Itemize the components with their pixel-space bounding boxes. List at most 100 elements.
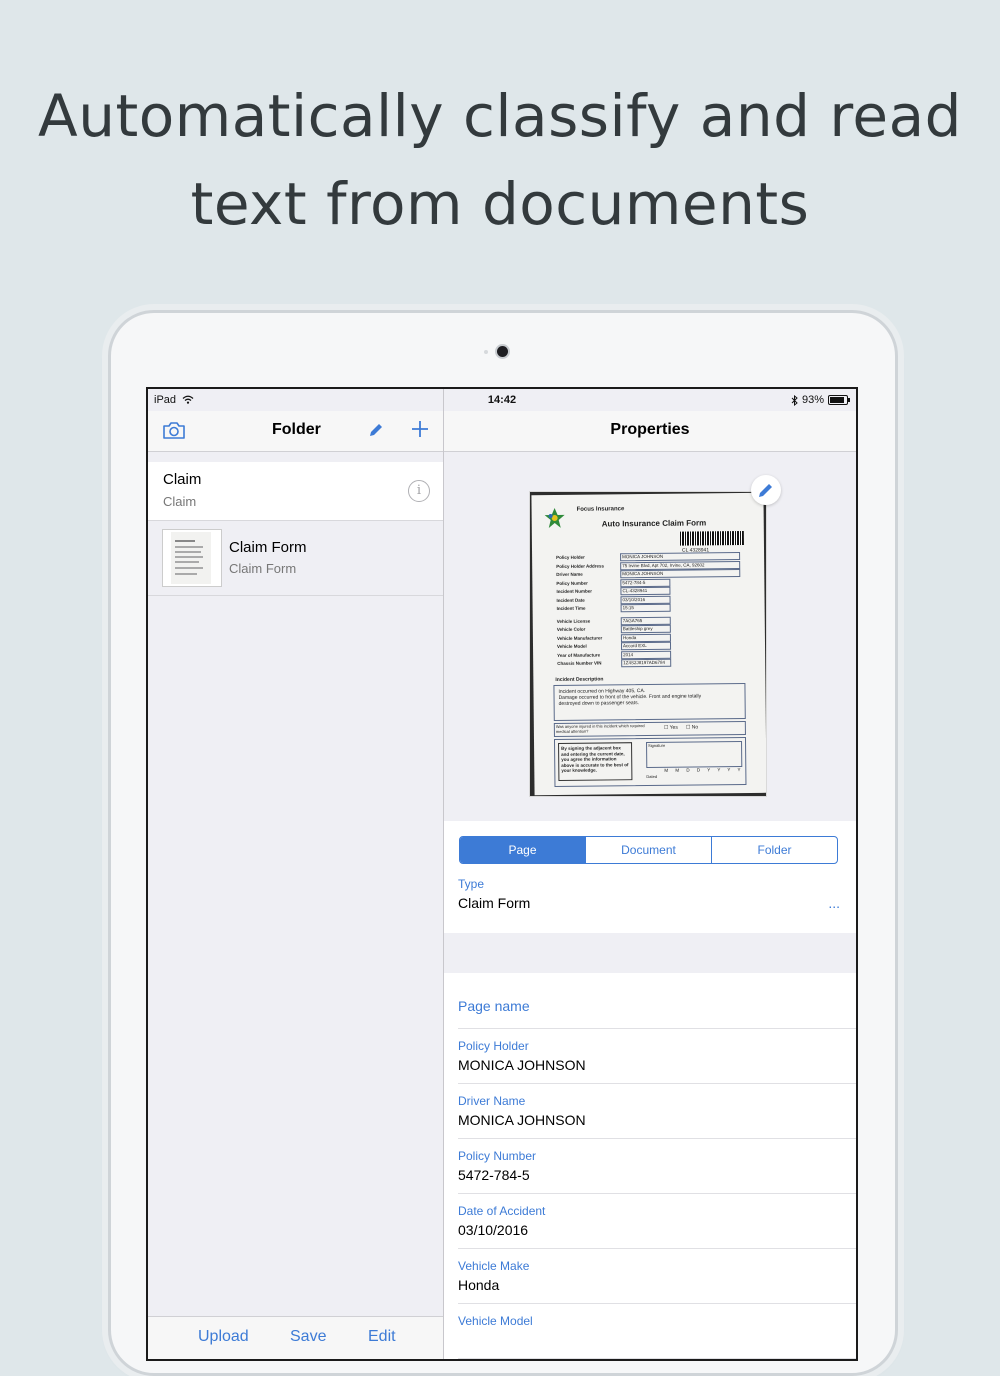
- field-date-of-accident[interactable]: Date of Accident 03/10/2016: [458, 1194, 856, 1249]
- info-icon[interactable]: i: [408, 480, 430, 502]
- ipad-screen: iPad 14:42 93% Folder Claim Claim i Clai…: [146, 387, 858, 1361]
- field-label: Policy Holder: [458, 1039, 529, 1053]
- field-value: 5472-784-5: [458, 1167, 530, 1183]
- field-policy-number[interactable]: Policy Number 5472-784-5: [458, 1139, 856, 1194]
- properties-title: Properties: [610, 421, 690, 438]
- form-row-value: 03/10/2016: [622, 596, 646, 602]
- properties-nav-bar: Properties: [444, 411, 856, 452]
- no-checkbox: ☐ No: [685, 724, 699, 731]
- form-row-label: Policy Holder: [556, 554, 585, 560]
- form-row-label: Vehicle Manufacturer: [556, 634, 603, 641]
- barcode: [679, 531, 744, 546]
- page-name-label: Page name: [458, 998, 530, 1014]
- camera-icon[interactable]: [162, 419, 186, 446]
- segment-document[interactable]: Document: [585, 837, 711, 863]
- edit-button[interactable]: Edit: [368, 1328, 396, 1346]
- status-right: 93%: [791, 394, 850, 406]
- headline-line-2: text from documents: [190, 170, 810, 238]
- folder-pane: Folder Claim Claim i Claim Form Claim Fo…: [148, 389, 444, 1359]
- battery-percent: 93%: [801, 394, 824, 406]
- list-item-title: Claim: [163, 471, 202, 488]
- form-row-value: 2014: [623, 651, 634, 657]
- properties-pane: Properties Focus Insurance Auto Insuranc…: [444, 389, 856, 1359]
- form-title: Auto Insurance Claim Form: [601, 518, 707, 529]
- pencil-icon: [759, 484, 772, 497]
- field-value: MONICA JOHNSON: [458, 1057, 586, 1073]
- signature-label: Signature: [648, 742, 666, 749]
- company-logo: [544, 507, 565, 529]
- edit-image-button[interactable]: [751, 475, 781, 505]
- front-camera: [497, 346, 508, 357]
- form-row-label: Incident Time: [556, 605, 586, 611]
- document-image[interactable]: Focus Insurance Auto Insurance Claim For…: [530, 492, 766, 796]
- form-row-value: MONICA JOHNSON: [622, 570, 664, 577]
- form-row-label: Driver Name: [556, 571, 583, 577]
- field-label: Vehicle Make: [458, 1259, 530, 1273]
- field-label: Vehicle Model: [458, 1314, 533, 1328]
- pencil-icon[interactable]: [367, 421, 385, 444]
- form-row-label: Year of Manufacture: [557, 652, 601, 658]
- field-value: Honda: [458, 1277, 500, 1293]
- incident-text-3: destroyed down to passenger seats.: [558, 700, 639, 707]
- type-value[interactable]: Claim Form: [458, 895, 530, 911]
- field-vehicle-make[interactable]: Vehicle Make Honda: [458, 1249, 856, 1304]
- document-thumbnail: [162, 529, 222, 587]
- segment-page[interactable]: Page: [460, 837, 585, 863]
- headline-line-1: Automatically classify and read: [38, 82, 962, 150]
- sensor-dot: [484, 350, 488, 354]
- date-format: M M D D Y Y Y Y: [664, 767, 744, 773]
- field-label: Date of Accident: [458, 1204, 546, 1218]
- list-item-subtitle: Claim: [163, 494, 197, 509]
- form-row-value: 1Z4S2J8197AD6784: [623, 659, 666, 666]
- form-row-value: 15:15: [622, 605, 634, 611]
- company-name: Focus Insurance: [576, 506, 625, 513]
- segmented-control: Page Document Folder: [459, 836, 838, 864]
- properties-panel: Page Document Folder Type Claim Form ...: [444, 821, 856, 933]
- incident-label: Incident Description: [555, 676, 604, 683]
- form-row-label: Incident Date: [556, 597, 585, 603]
- list-item-claim-form[interactable]: Claim Form Claim Form: [148, 521, 443, 596]
- form-row-label: Vehicle Color: [556, 626, 586, 632]
- form-row-value: Battleship grey: [622, 625, 653, 632]
- field-value: MONICA JOHNSON: [458, 1112, 586, 1128]
- headline: Automatically classify and read text fro…: [0, 72, 1000, 248]
- field-driver-name[interactable]: Driver Name MONICA JOHNSON: [458, 1084, 856, 1139]
- form-row-value: Accord EXL: [622, 643, 647, 649]
- list-item-subtitle: Claim Form: [229, 561, 297, 576]
- type-label: Type: [458, 877, 485, 891]
- segment-folder[interactable]: Folder: [711, 837, 837, 863]
- upload-button[interactable]: Upload: [198, 1328, 249, 1346]
- form-row-value: 7AGA765: [622, 617, 643, 623]
- form-row-value: MONICA JOHNSON: [622, 553, 664, 560]
- form-row-value: 75 Irvine Blvd, Apt 702, Irvine, CA, 926…: [622, 561, 705, 568]
- yes-checkbox: ☐ Yes: [663, 724, 678, 731]
- claim-form-sheet: Focus Insurance Auto Insurance Claim For…: [531, 492, 766, 796]
- form-row-label: Chassis Number VIN: [557, 660, 602, 666]
- status-time: 14:42: [487, 394, 517, 406]
- ipad-device: iPad 14:42 93% Folder Claim Claim i Clai…: [108, 310, 898, 1376]
- form-row-value: Honda: [622, 634, 637, 640]
- status-bar: iPad 14:42 93%: [148, 389, 856, 411]
- folder-nav-bar: Folder: [148, 411, 443, 452]
- dated-label: Dated: [646, 773, 658, 780]
- more-options-button[interactable]: ...: [828, 895, 840, 911]
- page-name-field[interactable]: Page name: [458, 973, 856, 1029]
- folder-toolbar: Upload Save Edit: [148, 1316, 443, 1359]
- save-button[interactable]: Save: [290, 1328, 326, 1346]
- form-row-label: Policy Number: [556, 580, 588, 586]
- field-vehicle-model[interactable]: Vehicle Model: [458, 1304, 856, 1359]
- form-row-label: Vehicle License: [556, 618, 591, 624]
- field-label: Driver Name: [458, 1094, 526, 1108]
- list-item-title: Claim Form: [229, 539, 307, 556]
- fields-list: Page name Policy Holder MONICA JOHNSON D…: [444, 973, 856, 1359]
- injury-question: Was anyone injured in this incident whic…: [555, 723, 645, 734]
- folder-title: Folder: [272, 421, 321, 438]
- form-row-label: Incident Number: [556, 588, 592, 594]
- list-item-claim[interactable]: Claim Claim i: [148, 462, 443, 521]
- field-value: 03/10/2016: [458, 1222, 529, 1238]
- field-policy-holder[interactable]: Policy Holder MONICA JOHNSON: [458, 1029, 856, 1084]
- bluetooth-icon: [791, 394, 798, 406]
- field-label: Policy Number: [458, 1149, 537, 1163]
- sign-notice: By signing the adjacent box and entering…: [561, 745, 629, 773]
- plus-icon[interactable]: [410, 419, 430, 444]
